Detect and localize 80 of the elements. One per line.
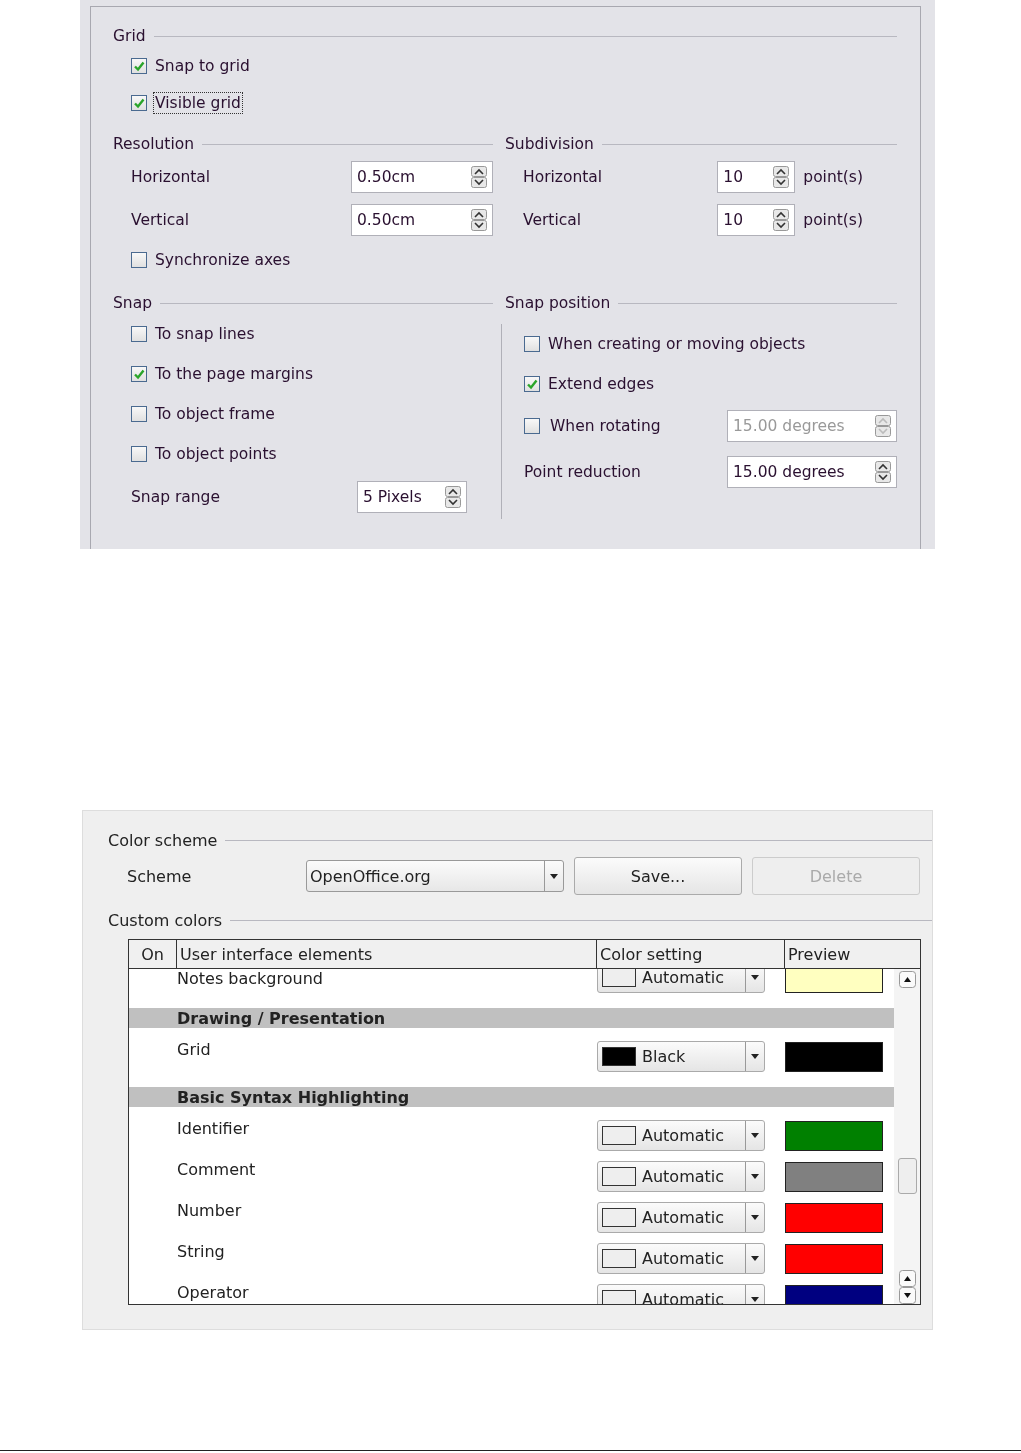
section-title: Grid <box>113 27 146 45</box>
group-label: Drawing / Presentation <box>177 1008 386 1028</box>
checkbox[interactable] <box>131 94 147 111</box>
spin-buttons[interactable] <box>773 208 790 231</box>
section-title: Subdivision <box>505 135 594 153</box>
field-label: Vertical <box>131 210 190 229</box>
field-label: Point reduction <box>524 463 641 481</box>
scroll-thumb[interactable] <box>897 1158 917 1194</box>
checkbox[interactable] <box>131 57 147 74</box>
color-dropdown[interactable]: Automatic <box>597 1120 765 1151</box>
color-dropdown[interactable]: Automatic <box>597 1243 765 1274</box>
column-header[interactable]: Color setting <box>597 940 785 968</box>
element-name: Number <box>176 1200 243 1220</box>
checkbox[interactable] <box>524 336 540 352</box>
checkbox-label[interactable]: Synchronize axes <box>153 248 293 271</box>
caret-icon <box>751 975 759 980</box>
color-dropdown[interactable]: Automatic <box>597 969 765 993</box>
scroll-down-icon[interactable] <box>898 1287 916 1304</box>
checkbox-label[interactable]: To snap lines <box>153 323 257 345</box>
checkbox-label[interactable]: To object frame <box>153 403 277 425</box>
element-name: Grid <box>176 1039 212 1059</box>
element-name: String <box>176 1241 226 1261</box>
column-header[interactable]: Preview <box>785 940 920 968</box>
caret-icon <box>751 1256 759 1261</box>
element-name: Operator <box>176 1282 250 1302</box>
caret-icon <box>751 1215 759 1220</box>
element-name: Notes background <box>176 969 324 988</box>
scheme-dropdown[interactable]: OpenOffice.org <box>306 860 564 892</box>
column-header[interactable]: On <box>129 940 177 968</box>
checkbox-label[interactable]: Snap to grid <box>153 54 252 77</box>
field-label: Horizontal <box>523 167 603 186</box>
checkbox[interactable] <box>524 376 540 392</box>
section-title: Snap position <box>505 294 611 312</box>
checkbox[interactable] <box>131 446 147 462</box>
spin-field[interactable]: 0.50cm <box>351 160 493 193</box>
unit-label: point(s) <box>803 167 863 186</box>
spin-buttons[interactable] <box>471 165 487 188</box>
color-dropdown[interactable]: Black <box>597 1041 765 1072</box>
section-title: Resolution <box>113 135 194 153</box>
spin-buttons[interactable] <box>875 461 891 483</box>
field-label: Vertical <box>523 210 582 229</box>
color-dropdown[interactable]: Automatic <box>597 1161 765 1192</box>
caret-icon <box>751 1174 759 1179</box>
field-label: Horizontal <box>131 167 211 186</box>
element-name: Comment <box>176 1159 257 1179</box>
section-title: Snap <box>113 294 152 312</box>
spin-buttons[interactable] <box>445 486 461 508</box>
checkbox-label[interactable]: Extend edges <box>546 373 656 395</box>
dialog-button[interactable]: Save... <box>574 857 742 895</box>
spin-field[interactable]: 10 <box>717 160 796 193</box>
field-label: Scheme <box>127 866 193 886</box>
checkbox[interactable] <box>131 251 147 268</box>
checkbox[interactable] <box>131 366 147 382</box>
spin-field[interactable]: 10 <box>717 203 796 236</box>
caret-icon <box>751 1054 759 1059</box>
group-label: Basic Syntax Highlighting <box>177 1087 410 1107</box>
caret-icon <box>751 1297 759 1302</box>
scroll-up-icon[interactable] <box>898 971 916 988</box>
caret-icon <box>751 1133 759 1138</box>
checkbox-label[interactable]: To the page margins <box>153 363 315 385</box>
section-title: Custom colors <box>108 910 223 930</box>
unit-label: point(s) <box>803 210 863 229</box>
scroll-up-icon[interactable] <box>898 1270 916 1287</box>
spin-buttons[interactable] <box>773 165 790 188</box>
color-dropdown[interactable]: Automatic <box>597 1202 765 1233</box>
scrollbar[interactable] <box>894 969 920 1304</box>
spin-buttons[interactable] <box>471 208 487 231</box>
element-name: Identifier <box>176 1118 251 1138</box>
checkbox-label[interactable]: When creating or moving objects <box>546 333 808 355</box>
field-label: Snap range <box>131 488 220 506</box>
spin-field[interactable]: 15.00 degrees <box>727 456 897 488</box>
checkbox-label[interactable]: To object points <box>153 443 279 465</box>
spin-field[interactable]: 5 Pixels <box>357 481 467 513</box>
caret-icon <box>550 873 558 879</box>
checkbox[interactable] <box>131 326 147 342</box>
section-title: Color scheme <box>108 830 218 850</box>
checkbox[interactable] <box>131 406 147 422</box>
column-header[interactable]: User interface elements <box>177 940 597 968</box>
spin-field[interactable]: 0.50cm <box>351 203 493 236</box>
checkbox-label[interactable]: Visible grid <box>153 91 243 114</box>
